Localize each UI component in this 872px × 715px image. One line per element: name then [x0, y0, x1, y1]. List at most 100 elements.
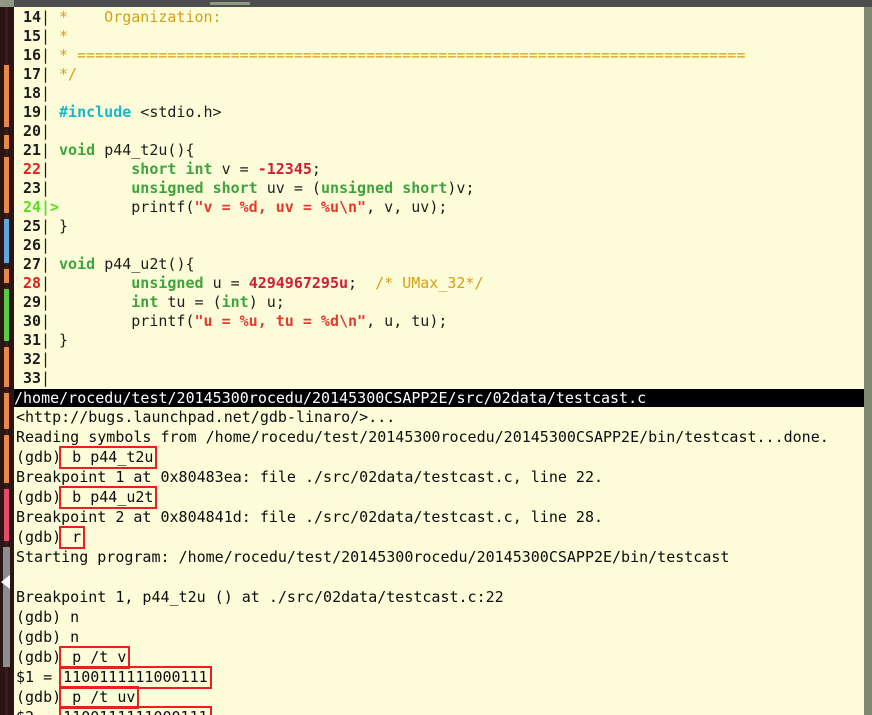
file-path-statusbar: /home/rocedu/test/20145300rocedu/2014530…: [14, 389, 864, 407]
code-line[interactable]: 33|: [14, 369, 864, 388]
marker-segment: [4, 65, 9, 127]
code-line[interactable]: 26|: [14, 236, 864, 255]
gutter-separator: |: [41, 103, 51, 121]
code-line[interactable]: 15| *: [14, 27, 864, 46]
line-number: 19: [22, 103, 41, 121]
terminal-line: (gdb) r: [14, 526, 864, 549]
code-line[interactable]: 19| #include <stdio.h>: [14, 103, 864, 122]
code-line[interactable]: 24|> printf("v = %d, uv = %u\n", v, uv);: [14, 198, 864, 217]
code-text: #include <stdio.h>: [59, 103, 222, 121]
terminal-line: (gdb) p /t uv: [14, 686, 864, 709]
annotation-highlight-box: 1100111111000111: [59, 706, 212, 715]
annotation-highlight-box: b p44_u2t: [59, 486, 158, 509]
code-text: printf("v = %d, uv = %u\n", v, uv);: [131, 198, 448, 216]
code-line[interactable]: 17| */: [14, 65, 864, 84]
line-number: 15: [22, 27, 41, 45]
marker-segment: [4, 347, 9, 387]
code-text: *: [50, 27, 69, 45]
code-text: */: [50, 65, 78, 83]
code-text: unsigned short uv = (unsigned short)v;: [131, 179, 475, 197]
code-line[interactable]: 32|: [14, 350, 864, 369]
code-text: int tu = (int) u;: [131, 293, 285, 311]
gdb-prompt: (gdb): [16, 528, 62, 546]
terminal-text: Breakpoint 1 at 0x80483ea: file ./src/02…: [16, 468, 603, 486]
terminal-line: Reading symbols from /home/rocedu/test/2…: [14, 427, 864, 447]
code-editor-pane[interactable]: 14| * Organization: 15| * 16| * ==========…: [14, 7, 864, 389]
marker-strip[interactable]: [0, 7, 14, 715]
code-text: printf("u = %u, tu = %d\n", u, tu);: [131, 312, 448, 330]
annotation-highlight-box: 1100111111000111: [59, 666, 212, 689]
annotation-highlight-box: b p44_t2u: [59, 446, 158, 469]
terminal-line: $2 = 1100111111000111: [14, 706, 864, 715]
code-line[interactable]: 30| printf("u = %u, tu = %d\n", u, tu);: [14, 312, 864, 331]
gdb-prompt: (gdb): [16, 648, 62, 666]
terminal-text: Reading symbols from /home/rocedu/test/2…: [16, 428, 829, 446]
code-line[interactable]: 31| }: [14, 331, 864, 350]
code-line[interactable]: 16| * ==================================…: [14, 46, 864, 65]
gutter-separator: |: [41, 27, 51, 45]
code-line[interactable]: 23| unsigned short uv = (unsigned short)…: [14, 179, 864, 198]
gdb-result-prefix: $2 =: [16, 708, 61, 715]
code-text: void p44_u2t(){: [59, 255, 195, 273]
annotation-highlight-box: r: [59, 526, 86, 549]
line-number: 27: [22, 255, 41, 273]
gutter-separator: |: [41, 369, 51, 387]
gutter-separator: |: [41, 8, 51, 26]
terminal-line: (gdb) n: [14, 627, 864, 647]
code-text: * Organization:: [50, 8, 222, 26]
gutter-separator: |: [41, 274, 51, 292]
gutter-separator: |: [41, 65, 51, 83]
gdb-terminal-pane[interactable]: <http://bugs.launchpad.net/gdb-linaro/>.…: [14, 407, 864, 715]
code-line[interactable]: 18|: [14, 84, 864, 103]
line-number: 21: [22, 141, 41, 159]
window-topbar: [0, 0, 872, 7]
gutter-separator: |: [41, 236, 51, 254]
code-line[interactable]: 14| * Organization:: [14, 8, 864, 27]
gdb-prompt: (gdb): [16, 448, 62, 466]
line-number: 26: [22, 236, 41, 254]
terminal-line: <http://bugs.launchpad.net/gdb-linaro/>.…: [14, 407, 864, 427]
marker-segment: [4, 289, 9, 341]
terminal-text: (gdb) n: [16, 628, 80, 646]
code-line[interactable]: 28| unsigned u = 4294967295u; /* UMax_32…: [14, 274, 864, 293]
gutter-separator: |: [41, 255, 51, 273]
code-text: }: [59, 217, 69, 235]
marker-segment: [4, 393, 9, 429]
marker-segment: [4, 157, 9, 213]
line-number: 22: [22, 160, 41, 178]
current-line-arrow-icon: |>: [41, 198, 60, 216]
terminal-text: (gdb) n: [16, 608, 80, 626]
marker-segment: [4, 219, 9, 263]
line-number: 31: [22, 331, 41, 349]
line-number: 23: [22, 179, 41, 197]
code-lines: 14| * Organization: 15| * 16| * ==========…: [14, 7, 864, 388]
terminal-text: Breakpoint 2 at 0x804841d: file ./src/02…: [16, 508, 603, 526]
line-number: 18: [22, 84, 41, 102]
code-text: short int v = -12345;: [131, 160, 321, 178]
terminal-text: Starting program: /home/rocedu/test/2014…: [16, 548, 730, 566]
code-text: unsigned u = 4294967295u; /* UMax_32*/: [131, 274, 484, 292]
terminal-line: Starting program: /home/rocedu/test/2014…: [14, 547, 864, 567]
scrollbar-thumb[interactable]: [3, 547, 10, 667]
terminal-line: Breakpoint 1, p44_t2u () at ./src/02data…: [14, 587, 864, 607]
gutter-separator: |: [41, 122, 51, 140]
line-number: 33: [22, 369, 41, 387]
code-line[interactable]: 20|: [14, 122, 864, 141]
gutter-separator: |: [41, 141, 51, 159]
gutter-separator: |: [41, 179, 51, 197]
code-line[interactable]: 25| }: [14, 217, 864, 236]
code-text: void p44_t2u(){: [59, 141, 195, 159]
terminal-line: (gdb) b p44_u2t: [14, 486, 864, 509]
code-line[interactable]: 29| int tu = (int) u;: [14, 293, 864, 312]
line-number: 17: [22, 65, 41, 83]
line-number: 29: [22, 293, 41, 311]
gutter-separator: |: [41, 84, 51, 102]
code-line[interactable]: 21| void p44_t2u(){: [14, 141, 864, 160]
terminal-line: (gdb) n: [14, 607, 864, 627]
code-line[interactable]: 22| short int v = -12345;: [14, 160, 864, 179]
code-line[interactable]: 27| void p44_u2t(){: [14, 255, 864, 274]
line-number: 28: [22, 274, 41, 292]
marker-segment: [4, 489, 9, 541]
gdb-result-prefix: $1 =: [16, 668, 62, 686]
